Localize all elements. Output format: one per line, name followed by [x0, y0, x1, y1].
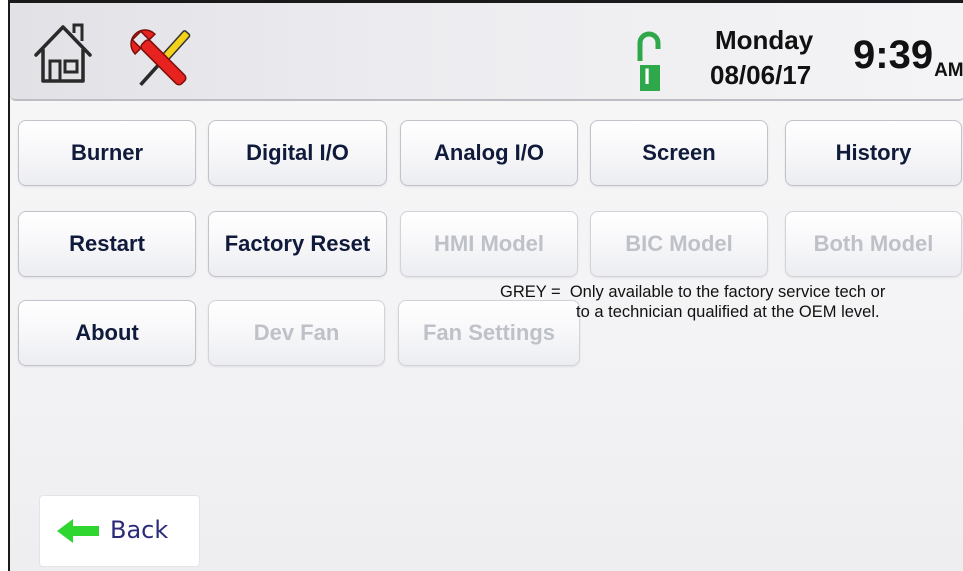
screen-button[interactable]: Screen: [590, 120, 768, 186]
day-label: Monday: [715, 25, 814, 55]
hmi-model-button[interactable]: HMI Model: [400, 211, 578, 277]
burner-button[interactable]: Burner: [18, 120, 196, 186]
dev-fan-button[interactable]: Dev Fan: [208, 300, 385, 366]
time-label: 9:39: [853, 33, 934, 77]
home-icon[interactable]: [32, 21, 94, 87]
date-label: 08/06/17: [710, 60, 812, 90]
about-button[interactable]: About: [18, 300, 196, 366]
clock: 9:39AM: [853, 33, 963, 82]
history-button[interactable]: History: [785, 120, 962, 186]
burner-button-label: Burner: [70, 140, 144, 165]
header-bar: I Monday 08/06/17 9:39AM: [10, 3, 963, 101]
screen-button-label: Screen: [642, 140, 716, 165]
factory-reset-button[interactable]: Factory Reset: [208, 211, 387, 277]
digital-io-button-label: Digital I/O: [246, 140, 349, 165]
back-button-label: Back: [110, 516, 169, 544]
back-arrow-icon: [57, 519, 99, 543]
dev-fan-button-label: Dev Fan: [253, 320, 340, 345]
digital-io-button[interactable]: Digital I/O: [208, 120, 387, 186]
fan-settings-button-label: Fan Settings: [422, 320, 555, 345]
ampm-label: AM: [934, 60, 963, 81]
history-button-label: History: [835, 140, 912, 165]
back-button[interactable]: Back: [39, 495, 200, 567]
bic-model-button[interactable]: BIC Model: [590, 211, 768, 277]
hmi-model-button-label: HMI Model: [434, 231, 544, 256]
analog-io-button-label: Analog I/O: [434, 140, 544, 165]
note-line-1: GREY = Only available to the factory ser…: [500, 283, 886, 301]
note-line-2: to a technician qualified at the OEM lev…: [576, 303, 880, 321]
factory-reset-button-label: Factory Reset: [224, 231, 371, 256]
bic-model-button-label: BIC Model: [625, 231, 733, 256]
both-model-button-label: Both Model: [813, 231, 934, 256]
restart-button-label: Restart: [69, 231, 145, 256]
both-model-button[interactable]: Both Model: [785, 211, 962, 277]
lock-badge: I: [644, 64, 651, 89]
grey-buttons-note: GREY = Only available to the factory ser…: [500, 282, 885, 322]
hmi-screen: I Monday 08/06/17 9:39AM Burner Digital …: [8, 0, 963, 571]
analog-io-button[interactable]: Analog I/O: [400, 120, 578, 186]
about-button-label: About: [75, 320, 139, 345]
tools-icon[interactable]: [122, 21, 202, 101]
restart-button[interactable]: Restart: [18, 211, 196, 277]
